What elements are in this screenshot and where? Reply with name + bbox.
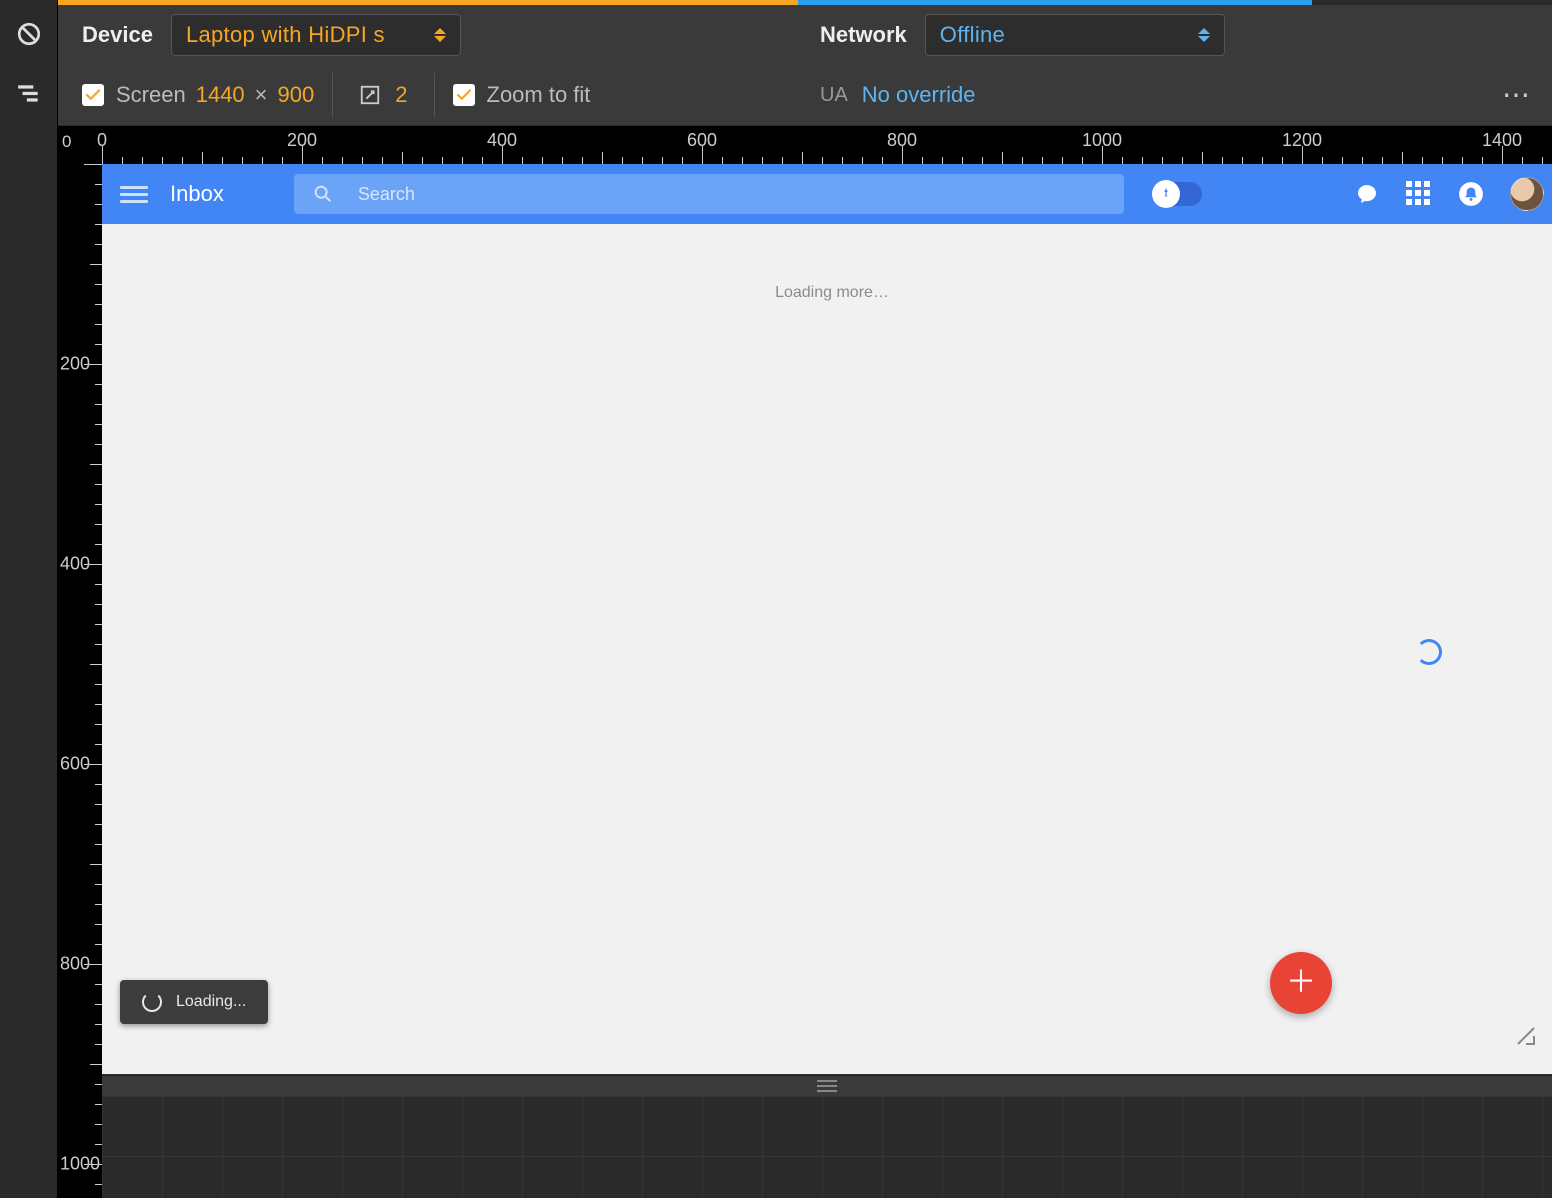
ruler-h-label: 0	[97, 130, 107, 151]
ruler-vertical: 200 400 600 800 1000	[58, 164, 102, 1198]
more-menu-icon[interactable]: ⋯	[1502, 78, 1532, 111]
hangouts-icon[interactable]	[1354, 181, 1380, 207]
resize-corner-icon[interactable]	[1516, 1026, 1536, 1046]
ruler-h-label: 1000	[1082, 130, 1122, 151]
screen-height[interactable]: 900	[278, 82, 315, 108]
ruler-h-label: 1400	[1482, 130, 1522, 151]
device-viewport: Inbox Search	[102, 164, 1552, 1198]
screen-label: Screen	[116, 82, 186, 108]
ruler-h-label: 400	[487, 130, 517, 151]
ruler-horizontal: 0 0 200 400 600 800 1000 1200 1400	[58, 126, 1552, 164]
dpr-value[interactable]: 2	[395, 82, 407, 108]
loading-more-text: Loading more…	[102, 284, 1552, 302]
avatar[interactable]	[1510, 177, 1544, 211]
divider	[434, 73, 435, 117]
ruler-origin: 0	[62, 132, 71, 152]
ruler-h-label: 800	[887, 130, 917, 151]
side-spinner-icon	[1416, 639, 1442, 665]
spinner-icon	[142, 992, 162, 1012]
screen-checkbox[interactable]	[82, 84, 104, 106]
loading-toast: Loading...	[120, 980, 268, 1024]
waterfall-icon[interactable]	[13, 78, 45, 110]
devtools-left-rail	[0, 0, 58, 1198]
drawer-console	[102, 1096, 1552, 1198]
inbox-title: Inbox	[170, 181, 224, 207]
device-label: Device	[82, 22, 153, 48]
device-select[interactable]: Laptop with HiDPI s	[171, 14, 461, 56]
dimension-x: ×	[255, 82, 268, 108]
zoom-checkbox[interactable]	[453, 84, 475, 106]
compose-fab[interactable]: ＋	[1270, 952, 1332, 1014]
ruler-v-label: 600	[60, 754, 90, 775]
select-caret-icon	[430, 25, 450, 45]
ruler-v-label: 200	[60, 354, 90, 375]
ruler-v-label: 800	[60, 954, 90, 975]
search-icon	[312, 183, 334, 205]
hamburger-icon[interactable]	[120, 180, 148, 208]
zoom-label: Zoom to fit	[487, 82, 591, 108]
toolbar-row-1: Device Laptop with HiDPI s Network Offli…	[58, 5, 1552, 65]
ruler-h-label: 200	[287, 130, 317, 151]
no-entry-icon[interactable]	[13, 18, 45, 50]
pin-icon	[1152, 180, 1180, 208]
pin-toggle[interactable]	[1152, 182, 1202, 206]
plus-icon: ＋	[1286, 968, 1316, 998]
simulated-page: Inbox Search	[102, 164, 1552, 1074]
apps-grid-icon[interactable]	[1406, 181, 1432, 207]
screen-width[interactable]: 1440	[196, 82, 245, 108]
search-placeholder: Search	[358, 184, 415, 205]
ruler-h-label: 1200	[1282, 130, 1322, 151]
drawer-grip[interactable]	[102, 1076, 1552, 1096]
inbox-header: Inbox Search	[102, 164, 1552, 224]
ua-value[interactable]: No override	[862, 82, 976, 108]
ruler-v-label: 1000	[60, 1154, 100, 1175]
search-input[interactable]: Search	[294, 174, 1124, 214]
network-label: Network	[820, 22, 907, 48]
ruler-h-label: 600	[687, 130, 717, 151]
toolbar-row-2: Screen 1440 × 900 2 Zoom to fit UA	[58, 65, 1552, 125]
notifications-icon[interactable]	[1458, 181, 1484, 207]
dpr-icon	[359, 84, 381, 106]
divider	[332, 73, 333, 117]
network-select[interactable]: Offline	[925, 14, 1225, 56]
ruler-v-label: 400	[60, 554, 90, 575]
select-caret-icon	[1194, 25, 1214, 45]
ua-label: UA	[820, 84, 848, 107]
toast-text: Loading...	[176, 993, 246, 1011]
